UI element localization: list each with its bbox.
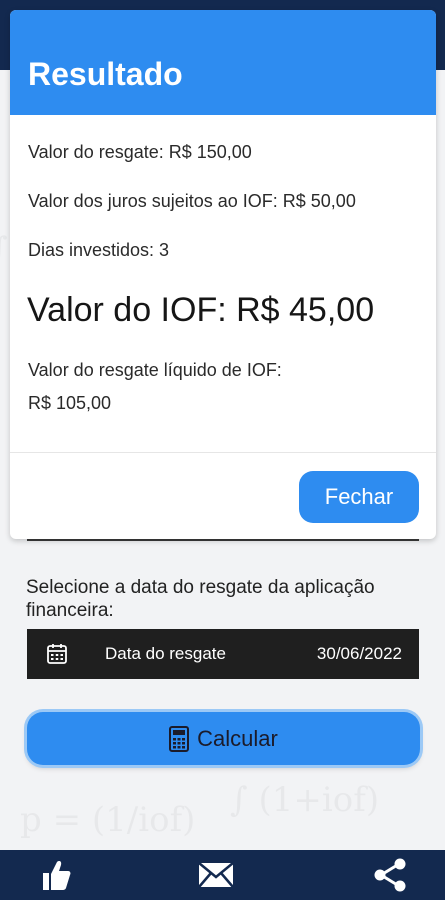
redemption-date-picker[interactable]: Data do resgate 30/06/2022 xyxy=(27,629,419,679)
calculate-button[interactable]: Calcular xyxy=(27,712,420,765)
share-icon[interactable] xyxy=(372,858,408,892)
net-redemption-value: R$ 105,00 xyxy=(28,393,112,413)
net-redemption-label: Valor do resgate líquido de IOF: xyxy=(28,360,282,380)
dialog-title: Resultado xyxy=(10,10,436,115)
iof-value-line: Valor do IOF: R$ 45,00 xyxy=(27,291,375,329)
dialog-divider xyxy=(10,452,436,453)
result-dialog: Resultado Valor do resgate: R$ 150,00 Va… xyxy=(10,10,436,539)
bottom-nav xyxy=(0,850,445,900)
dialog-bottom-edge xyxy=(27,539,419,541)
thumbs-up-icon[interactable] xyxy=(40,858,72,892)
mail-icon[interactable] xyxy=(198,862,234,888)
interest-subject-iof-line: Valor dos juros sujeitos ao IOF: R$ 50,0… xyxy=(28,191,356,211)
calendar-icon xyxy=(47,644,67,664)
date-value: 30/06/2022 xyxy=(316,644,402,663)
calculator-icon xyxy=(169,725,190,752)
days-invested-line: Dias investidos: 3 xyxy=(28,240,170,260)
calculate-button-label: Calcular xyxy=(197,725,278,751)
date-prompt: Selecione a data do resgate da aplicação… xyxy=(26,577,375,621)
redemption-value-line: Valor do resgate: R$ 150,00 xyxy=(28,142,252,162)
date-label: Data do resgate xyxy=(105,644,226,663)
close-button[interactable]: Fechar xyxy=(299,471,419,523)
